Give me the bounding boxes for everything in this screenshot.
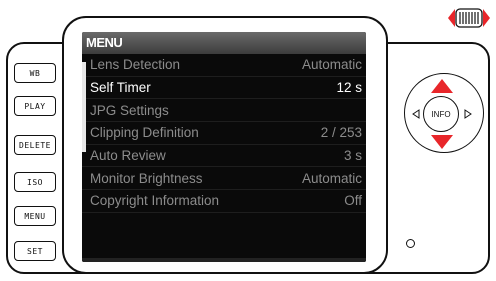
menu-item-auto-review[interactable]: Auto Review 3 s <box>82 145 366 168</box>
menu-item-label: Self Timer <box>90 80 151 96</box>
menu-item-copyright-information[interactable]: Copyright Information Off <box>82 190 366 213</box>
menu-item-value: Automatic <box>301 170 362 186</box>
thumbwheel-icon[interactable] <box>446 5 492 31</box>
play-button[interactable]: PLAY <box>14 96 56 116</box>
down-arrow-icon[interactable] <box>430 134 454 150</box>
info-button[interactable]: INFO <box>423 96 459 132</box>
menu-item-jpg-settings[interactable]: JPG Settings <box>82 99 366 123</box>
left-arrow-icon[interactable] <box>412 109 420 119</box>
menu-title: MENU <box>82 32 366 54</box>
menu-item-self-timer[interactable]: Self Timer 12 s <box>82 77 366 100</box>
menu-item-value: Off <box>344 193 362 209</box>
menu-item-label: JPG Settings <box>90 102 169 118</box>
iso-button[interactable]: ISO <box>14 172 56 192</box>
set-button[interactable]: SET <box>14 241 56 261</box>
menu-item-label: Auto Review <box>90 148 166 164</box>
up-arrow-icon[interactable] <box>430 78 454 94</box>
delete-button[interactable]: DELETE <box>14 135 56 155</box>
menu-item-lens-detection[interactable]: Lens Detection Automatic <box>82 54 366 77</box>
menu-button[interactable]: MENU <box>14 206 56 226</box>
menu-item-label: Lens Detection <box>90 57 181 73</box>
menu-item-monitor-brightness[interactable]: Monitor Brightness Automatic <box>82 167 366 191</box>
menu-item-label: Copyright Information <box>90 193 220 209</box>
led-indicator <box>406 239 415 248</box>
right-arrow-icon[interactable] <box>464 109 472 119</box>
menu-item-value: 3 s <box>343 148 362 164</box>
menu-item-value: 12 s <box>336 80 362 96</box>
menu-item-label: Monitor Brightness <box>90 170 203 186</box>
menu-list: Lens Detection Automatic Self Timer 12 s… <box>82 54 366 213</box>
menu-item-value: 2 / 253 <box>320 125 362 141</box>
menu-item-label: Clipping Definition <box>90 125 199 141</box>
lcd-screen: MENU Lens Detection Automatic Self Timer… <box>82 32 366 262</box>
menu-item-value: Automatic <box>301 57 362 73</box>
screen-bottom-edge <box>82 258 366 262</box>
wb-button[interactable]: WB <box>14 63 56 83</box>
menu-item-clipping-definition[interactable]: Clipping Definition 2 / 253 <box>82 122 366 145</box>
scrollbar[interactable] <box>82 62 86 152</box>
